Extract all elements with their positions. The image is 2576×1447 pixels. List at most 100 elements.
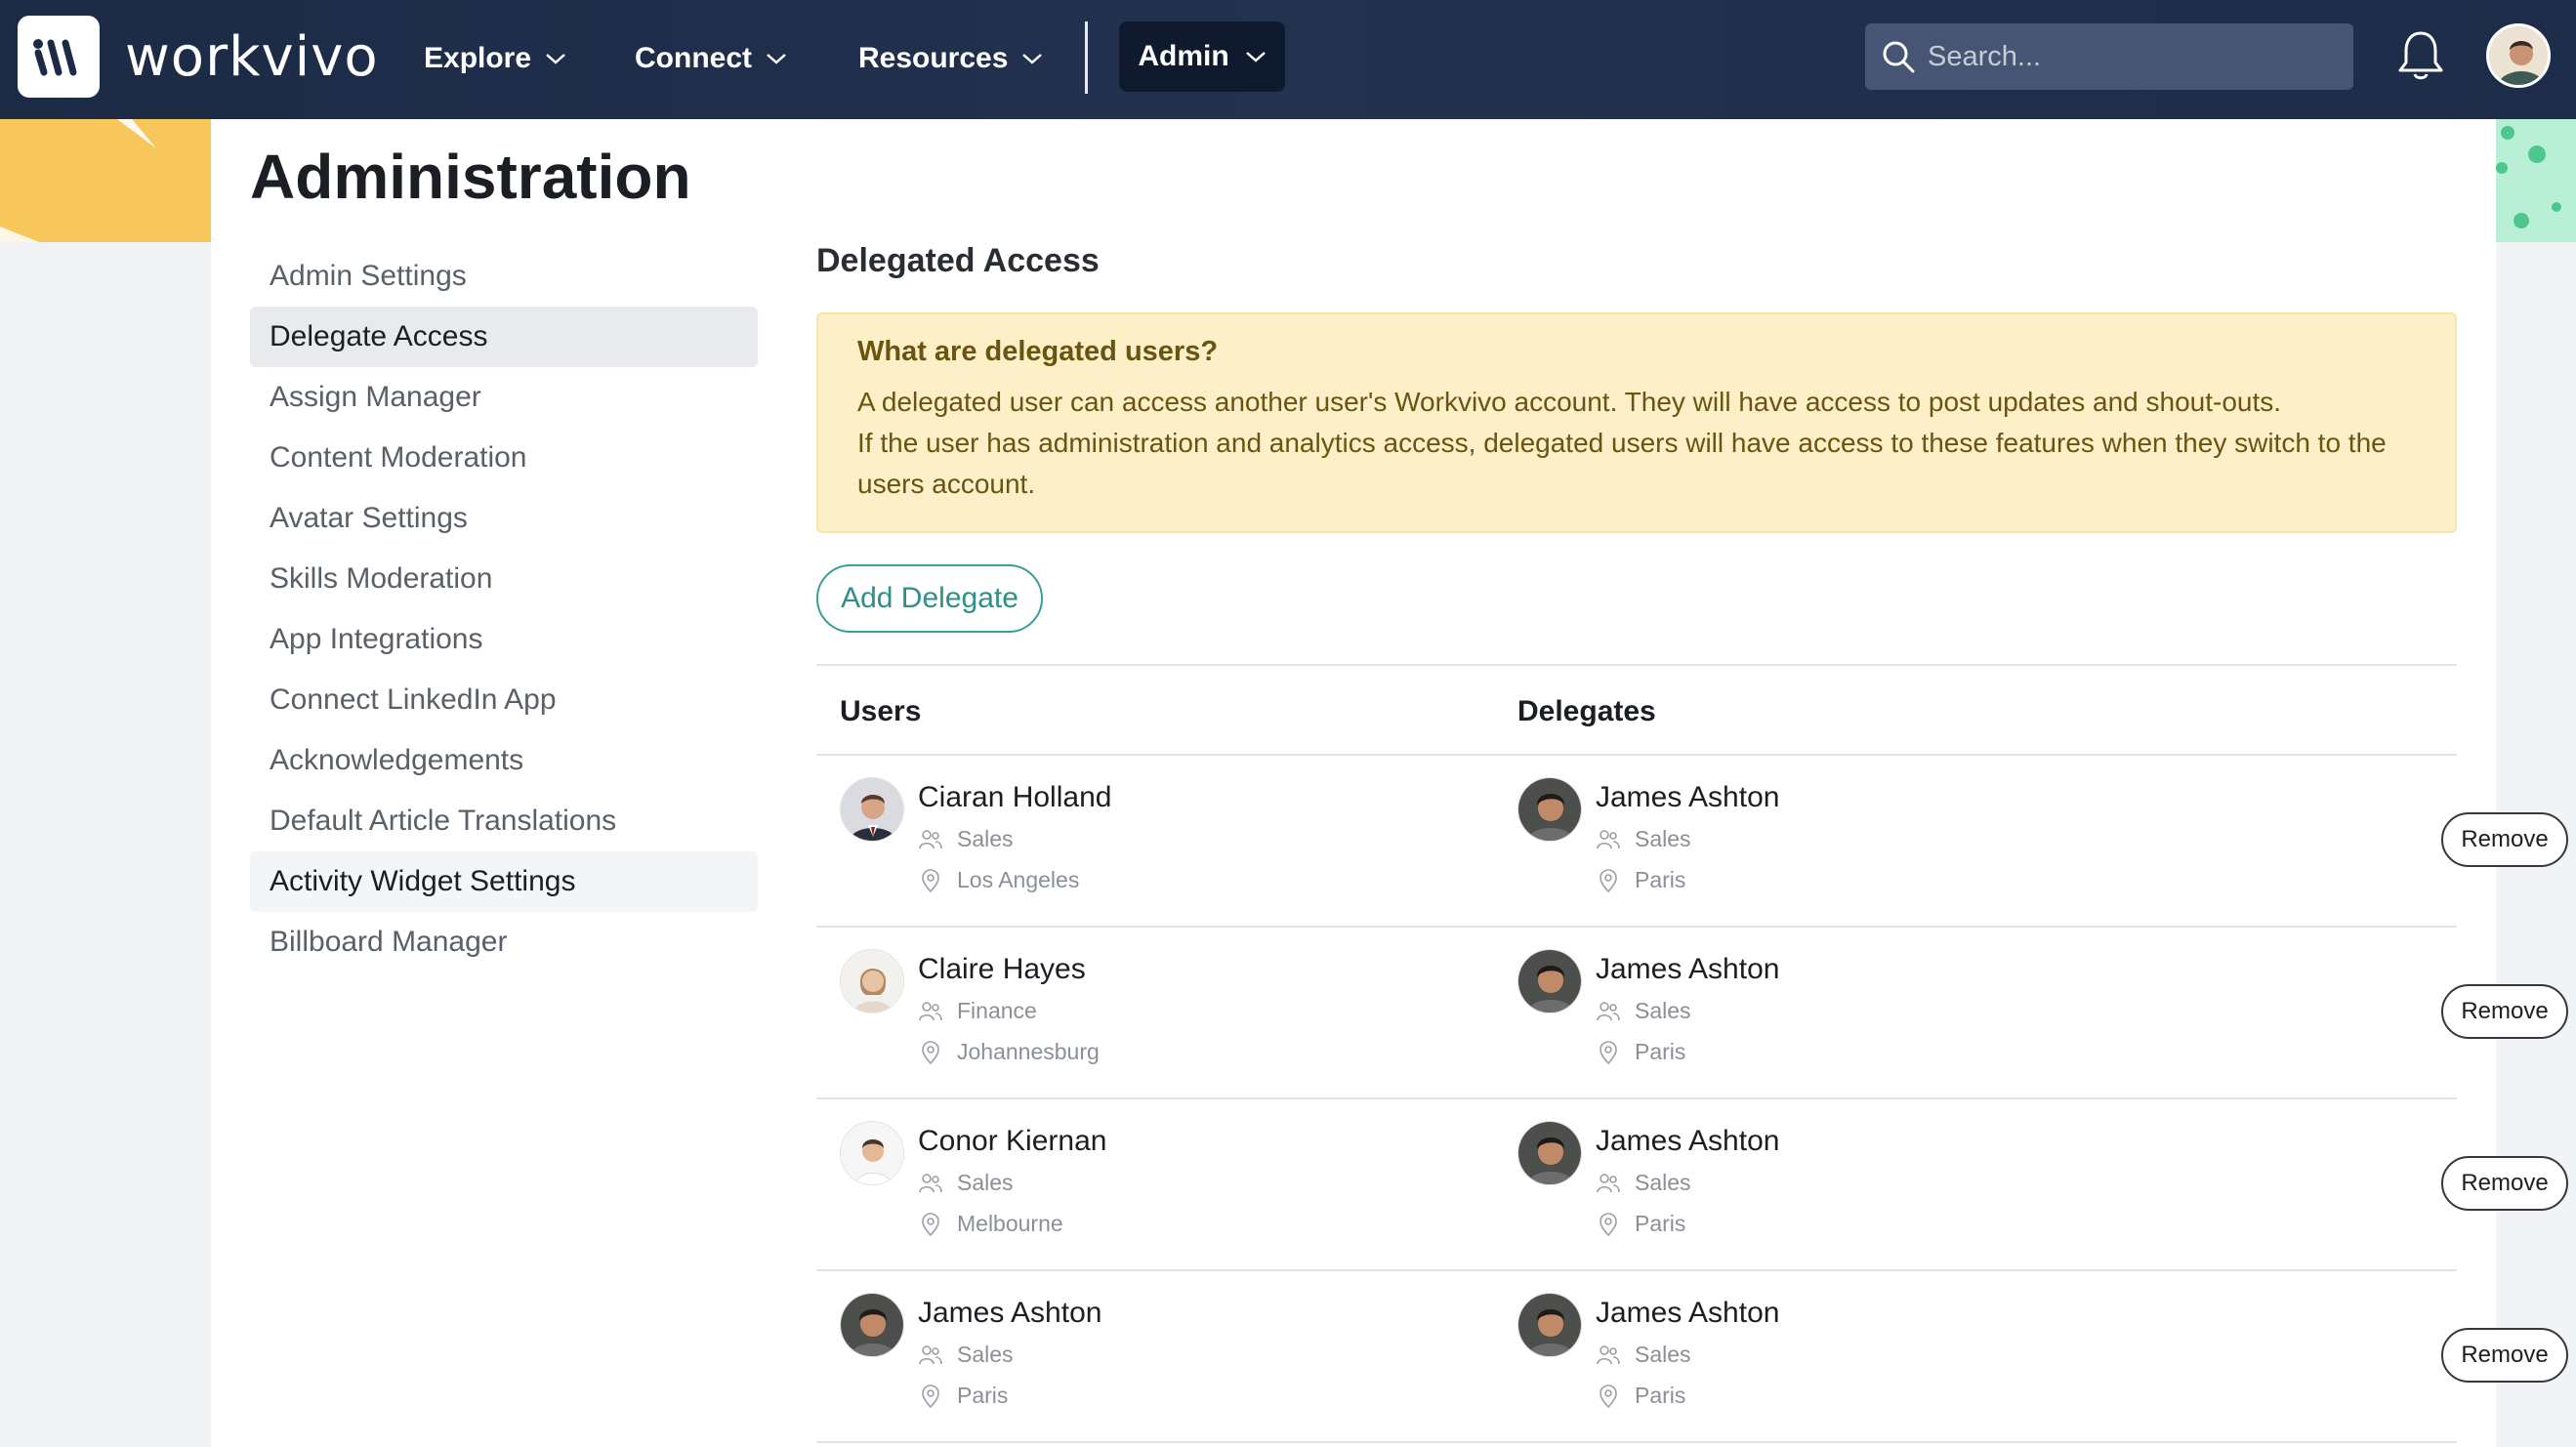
- chevron-down-icon: [767, 54, 786, 64]
- user-location-label: Los Angeles: [957, 867, 1080, 892]
- sidebar-item-assign-manager[interactable]: Assign Manager: [250, 367, 758, 428]
- delegate-avatar[interactable]: [1517, 1293, 1582, 1357]
- remove-button[interactable]: Remove: [2441, 1156, 2568, 1211]
- user-name[interactable]: Ciaran Holland: [918, 781, 1111, 814]
- nav-connect[interactable]: Connect: [635, 39, 787, 78]
- remove-button[interactable]: Remove: [2441, 1328, 2568, 1383]
- sidebar-item-connect-linkedin-app[interactable]: Connect LinkedIn App: [250, 670, 758, 730]
- nav-admin-label: Admin: [1138, 40, 1229, 72]
- delegate-department-label: Sales: [1635, 1342, 1691, 1367]
- user-avatar[interactable]: [840, 1121, 904, 1185]
- user-department-label: Sales: [957, 826, 1014, 851]
- location-pin-icon: [1600, 1040, 1617, 1064]
- location-pin-icon: [1600, 1384, 1617, 1408]
- user-avatar[interactable]: [840, 1293, 904, 1357]
- chevron-down-icon: [1245, 52, 1266, 62]
- table-row: Conor Kiernan Sales Melbourne James Asht…: [816, 1099, 2568, 1271]
- user-name[interactable]: Conor Kiernan: [918, 1125, 1106, 1158]
- user-name[interactable]: James Ashton: [918, 1297, 1101, 1330]
- workvivo-logo[interactable]: [18, 16, 100, 98]
- sidebar-item-activity-widget-settings[interactable]: Activity Widget Settings: [250, 851, 758, 912]
- add-delegate-button[interactable]: Add Delegate: [816, 564, 1043, 633]
- delegate-department-label: Sales: [1635, 1170, 1691, 1195]
- delegate-location-label: Paris: [1635, 867, 1686, 892]
- info-text-line-1: A delegated user can access another user…: [857, 387, 2282, 417]
- user-location-label: Melbourne: [957, 1211, 1063, 1236]
- search-input[interactable]: [1928, 40, 2338, 73]
- user-department: Finance: [918, 998, 1037, 1024]
- delegate-avatar[interactable]: [1517, 1121, 1582, 1185]
- delegate-department: Sales: [1596, 1170, 1691, 1196]
- remove-button[interactable]: Remove: [2441, 984, 2568, 1039]
- nav-admin[interactable]: Admin: [1119, 21, 1285, 92]
- people-icon: [919, 829, 942, 848]
- decorative-shape: [0, 119, 156, 242]
- decorative-background-right: [2496, 119, 2576, 242]
- delegate-department: Sales: [1596, 1342, 1691, 1368]
- location-pin-icon: [922, 1040, 939, 1064]
- user-avatar[interactable]: [840, 777, 904, 842]
- user-location-label: Paris: [957, 1383, 1009, 1408]
- remove-button[interactable]: Remove: [2441, 812, 2568, 867]
- sidebar-item-acknowledgements[interactable]: Acknowledgements: [250, 730, 758, 791]
- delegate-name[interactable]: James Ashton: [1596, 953, 1779, 986]
- delegate-location-label: Paris: [1635, 1383, 1686, 1408]
- delegate-department: Sales: [1596, 998, 1691, 1024]
- chevron-down-icon: [1022, 54, 1043, 64]
- sidebar-item-content-moderation[interactable]: Content Moderation: [250, 428, 758, 488]
- delegate-avatar[interactable]: [1517, 777, 1582, 842]
- sidebar-item-delegate-access[interactable]: Delegate Access: [250, 307, 758, 367]
- user-department: Sales: [918, 826, 1014, 852]
- delegate-department: Sales: [1596, 826, 1691, 852]
- people-icon: [919, 1344, 942, 1364]
- user-department-label: Sales: [957, 1170, 1014, 1195]
- avatar-image: [1518, 1122, 1581, 1184]
- avatar-image: [1518, 1294, 1581, 1356]
- nav-resources-label: Resources: [858, 42, 1009, 74]
- table-row: Claire Hayes Finance Johannesburg James …: [816, 928, 2568, 1099]
- section-title: Delegated Access: [816, 242, 1100, 279]
- user-location: Paris: [918, 1383, 1008, 1409]
- sidebar-item-default-article-translations[interactable]: Default Article Translations: [250, 791, 758, 851]
- search-box[interactable]: [1865, 23, 2353, 90]
- nav-divider: [1085, 21, 1088, 94]
- info-text-line-2: If the user has administration and analy…: [857, 428, 2387, 499]
- delegate-name[interactable]: James Ashton: [1596, 1125, 1779, 1158]
- location-pin-icon: [922, 1212, 939, 1236]
- sidebar-item-skills-moderation[interactable]: Skills Moderation: [250, 549, 758, 609]
- table-row: Ciaran Holland Sales Los Angeles James A…: [816, 756, 2568, 928]
- location-pin-icon: [1600, 1212, 1617, 1236]
- location-pin-icon: [1600, 868, 1617, 892]
- people-icon: [1597, 1344, 1620, 1364]
- info-question: What are delegated users?: [857, 336, 1219, 367]
- sidebar-item-admin-settings[interactable]: Admin Settings: [250, 246, 758, 307]
- delegate-location: Paris: [1596, 1211, 1685, 1237]
- sidebar-item-avatar-settings[interactable]: Avatar Settings: [250, 488, 758, 549]
- avatar-image: [841, 1122, 903, 1184]
- sidebar-item-app-integrations[interactable]: App Integrations: [250, 609, 758, 670]
- people-icon: [919, 1173, 942, 1192]
- page-title: Administration: [250, 142, 691, 212]
- bell-icon[interactable]: [2394, 27, 2447, 84]
- decorative-dots: [2496, 126, 2561, 228]
- user-location: Los Angeles: [918, 867, 1079, 893]
- location-pin-icon: [922, 868, 939, 892]
- avatar-image: [1518, 778, 1581, 841]
- current-user-avatar[interactable]: [2486, 23, 2551, 88]
- delegate-name[interactable]: James Ashton: [1596, 781, 1779, 814]
- delegate-location: Paris: [1596, 867, 1685, 893]
- sidebar-item-billboard-manager[interactable]: Billboard Manager: [250, 912, 758, 972]
- decorative-background-left: [0, 119, 211, 242]
- user-department: Sales: [918, 1342, 1014, 1368]
- location-pin-icon: [922, 1384, 939, 1408]
- user-name[interactable]: Claire Hayes: [918, 953, 1086, 986]
- avatar-image: [841, 1294, 903, 1356]
- brand-name[interactable]: workvivo: [125, 25, 379, 89]
- nav-resources[interactable]: Resources: [858, 39, 1043, 78]
- table-header: Users Delegates: [816, 664, 2457, 756]
- nav-explore[interactable]: Explore: [424, 39, 566, 78]
- user-avatar[interactable]: [840, 949, 904, 1013]
- delegate-avatar[interactable]: [1517, 949, 1582, 1013]
- delegate-name[interactable]: James Ashton: [1596, 1297, 1779, 1330]
- delegates-table: Users Delegates Ciaran Holland Sales Los…: [816, 664, 2568, 1443]
